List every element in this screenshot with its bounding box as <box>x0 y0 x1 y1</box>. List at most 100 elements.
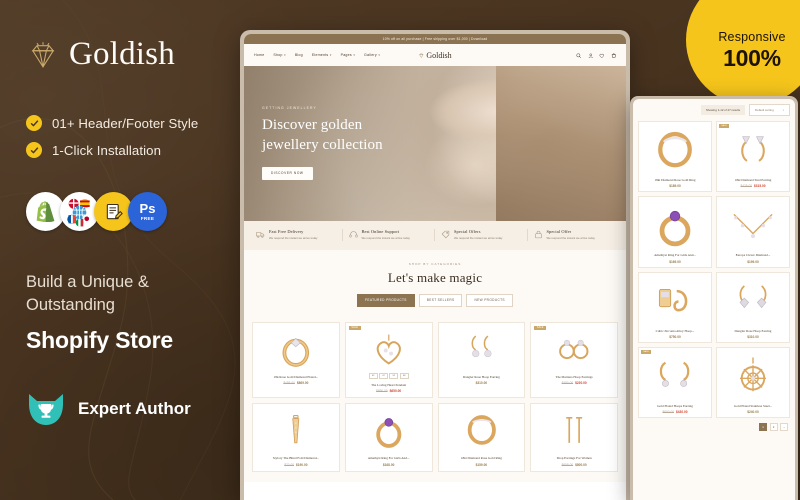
search-icon[interactable] <box>576 53 582 59</box>
product-name: Amethyst Ring For Girls And... <box>654 253 696 258</box>
sort-dropdown[interactable]: Default sorting ▾ <box>749 104 790 116</box>
product-tabs: FEATURED PRODUCTS BEST SELLERS NEW PRODU… <box>244 293 626 307</box>
left-info-panel: Goldish 01+ Header/Footer Style 1-Click … <box>0 0 252 500</box>
size-option[interactable]: 52 <box>389 372 399 379</box>
category-section-header: SHOP BY CATEGORIES Let's make magic FEAT… <box>244 249 626 315</box>
product-name: Drop Earrings For Women <box>556 456 592 461</box>
size-option[interactable]: 42 <box>368 372 378 379</box>
feature-item: Special Offer We respond the instant we … <box>526 229 615 241</box>
tab-featured-products[interactable]: FEATURED PRODUCTS <box>357 293 415 307</box>
bullet-label: 01+ Header/Footer Style <box>52 115 199 131</box>
results-count: Showing 1-12 of 27 results <box>700 105 746 115</box>
product-card[interactable]: Amethyst Ring For Girls And... $168.00 <box>344 403 433 473</box>
section-overline: SHOP BY CATEGORIES <box>408 261 462 266</box>
product-card[interactable]: Dangler Rose Hoop Earring $310.00 <box>437 321 526 399</box>
sort-dropdown-value: Default sorting <box>755 108 774 112</box>
product-card[interactable]: SALE Gold Plated Hoops Earring $600.00 $4… <box>638 346 712 419</box>
pagination-next[interactable]: → <box>780 423 788 432</box>
hero-overline: GETTING JEWELLERY <box>262 106 317 111</box>
nav-item-elements[interactable]: Elements ▾ <box>312 53 332 57</box>
nav-item-home[interactable]: Home <box>254 53 264 57</box>
nav-item-pages[interactable]: Pages ▾ <box>341 53 355 57</box>
homepage-browser-mockup: 10% off on all purchase | Free shipping … <box>240 30 630 500</box>
chevron-down-icon: ▾ <box>353 53 356 58</box>
gold-hoops-icon <box>642 351 708 401</box>
stud-earring-icon <box>720 125 786 175</box>
product-name: 18k Rose Gold Diamond Plated... <box>273 374 319 379</box>
product-name: 18kt Diamond Stud Earring <box>734 178 772 182</box>
band-ring-icon <box>443 408 521 452</box>
site-logo[interactable]: Goldish <box>418 50 452 60</box>
list-item: 1-Click Installation <box>26 142 252 158</box>
feature-desc: We respond the instant we arrive today <box>546 236 595 241</box>
tab-new-products[interactable]: NEW PRODUCTS <box>466 293 513 307</box>
product-name: 18kt Diamond Rose Gold Ring <box>460 456 502 461</box>
size-option[interactable]: 58 <box>399 372 409 379</box>
photoshop-free-label: FREE <box>140 216 155 222</box>
secure-payment-icon <box>534 230 542 239</box>
product-card[interactable]: Drop Earrings For Women $658.00 $800.00 <box>530 403 618 473</box>
hoop-earring-icon <box>535 327 613 371</box>
product-card[interactable]: Dangler Rose Hoop Earring $310.00 <box>716 271 790 343</box>
product-card[interactable]: Stylory The Blind Fold Diamond... $70.00… <box>252 403 340 473</box>
responsive-badge-value: 100% <box>723 45 781 71</box>
product-card[interactable]: SALE 18kt Diamond Stud Earring $425.00 $3… <box>716 121 790 193</box>
tagline: Build a Unique & Outstanding <box>26 271 252 318</box>
size-options: 42 47 52 58 <box>368 372 409 379</box>
product-card[interactable]: Cubic Zirconia Alloy Hoop... $750.00 <box>638 271 712 343</box>
feature-item: Best Online Support We respond the insta… <box>341 229 430 241</box>
product-card[interactable]: SALE The Mariana Hoop Earrings $490.00 $2… <box>530 321 618 399</box>
feature-title: Fast Free Delivery <box>269 229 304 235</box>
hero-cta-button[interactable]: DISCOVER NOW <box>262 166 313 180</box>
discount-tag-icon <box>441 230 450 239</box>
product-card[interactable]: Amethyst Ring For Girls And... $169.00 <box>638 196 712 268</box>
wishlist-icon[interactable] <box>599 53 605 59</box>
amethyst-ring-icon <box>350 408 428 452</box>
site-header: Home Shop ▾ Blog Elements ▾ Pages ▾ Gallery… <box>244 44 626 67</box>
feature-title: Special Offers <box>454 229 481 235</box>
product-name: Gold Plated Stainless Steel... <box>733 403 773 408</box>
product-card[interactable]: 18kt Diamond Rose Gold Ring $189.00 <box>638 121 712 193</box>
stick-earring-icon <box>535 408 613 452</box>
delivery-truck-icon <box>256 232 265 238</box>
account-icon[interactable] <box>588 53 594 59</box>
product-grid: 18k Rose Gold Diamond Plated... $495.00 $… <box>244 314 626 483</box>
size-option[interactable]: 47 <box>379 372 388 379</box>
product-price: $658.00 $800.00 <box>561 463 587 468</box>
product-price: $750.00 <box>669 334 681 339</box>
product-price: $159.00 <box>475 463 488 468</box>
product-name: The Loving Heart Pendant <box>371 382 407 387</box>
product-card[interactable]: 18k Rose Gold Diamond Plated... $495.00 $… <box>252 321 340 399</box>
chevron-down-icon: ▾ <box>329 53 332 58</box>
announcement-bar: 10% off on all purchase | Free shipping … <box>244 34 626 45</box>
product-name: Stylory The Blind Fold Diamond... <box>272 456 319 461</box>
expert-author-label: Expert Author <box>78 398 191 418</box>
nav-item-gallery[interactable]: Gallery ▾ <box>364 53 380 57</box>
nav-item-blog[interactable]: Blog <box>295 53 303 57</box>
brand-lockup: Goldish <box>26 36 252 73</box>
drop-earring-icon <box>443 327 521 371</box>
product-card[interactable]: SALE 42 47 52 58 The Loving Heart Pendan… <box>344 321 433 399</box>
shop-product-grid: 18kt Diamond Rose Gold Ring $189.00 SALE… <box>638 121 790 419</box>
cart-icon[interactable] <box>611 52 617 59</box>
responsive-badge-label: Responsive <box>718 30 786 44</box>
product-price: $70.00 $190.00 <box>284 463 308 468</box>
product-card[interactable]: Gold Plated Stainless Steel... $240.00 <box>716 346 790 419</box>
heart-pendant-icon <box>350 327 428 371</box>
brand-name: Goldish <box>69 36 175 72</box>
photoshop-badge: Ps FREE <box>128 192 167 231</box>
product-card[interactable]: Europa Clever Diamond... $199.00 <box>716 196 790 268</box>
pagination-page-2[interactable]: 2 <box>769 423 778 432</box>
site-logo-text: Goldish <box>426 50 452 60</box>
product-price: $490.00 $220.00 <box>561 381 587 386</box>
product-name: The Mariana Hoop Earrings <box>555 374 593 379</box>
amethyst-ring-icon <box>642 200 708 250</box>
product-card[interactable]: 18kt Diamond Rose Gold Ring $159.00 <box>437 403 526 473</box>
feature-bullets: 01+ Header/Footer Style 1-Click Installa… <box>26 115 252 158</box>
feature-item: Fast Free Delivery We respond the instan… <box>256 229 337 240</box>
pagination-page-1[interactable]: 1 <box>759 423 767 432</box>
headline: Shopify Store <box>26 326 173 353</box>
nav-item-shop[interactable]: Shop ▾ <box>273 53 285 57</box>
tab-best-sellers[interactable]: BEST SELLERS <box>418 293 463 307</box>
tech-badge-row: Ps FREE <box>26 192 252 231</box>
